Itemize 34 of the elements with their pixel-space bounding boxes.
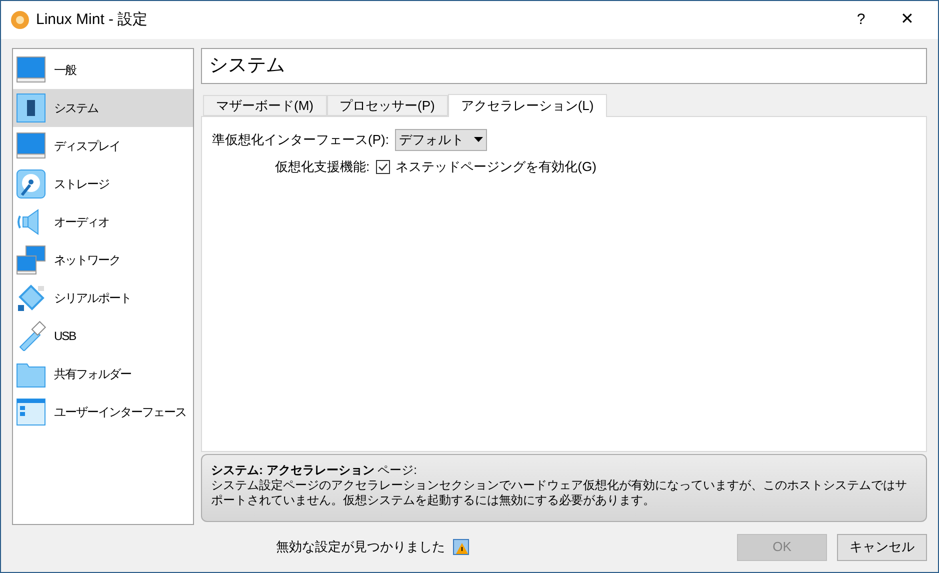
help-button[interactable]: ?	[838, 1, 884, 39]
close-button[interactable]: ✕	[884, 1, 930, 39]
monitor-icon	[16, 131, 46, 161]
sidebar-item[interactable]: シリアルポート	[13, 279, 193, 317]
serial-connector-icon	[16, 283, 46, 313]
sidebar-item[interactable]: USB	[13, 317, 193, 355]
sidebar-item[interactable]: ネットワーク	[13, 241, 193, 279]
cancel-button[interactable]: キャンセル	[837, 534, 927, 561]
status-text: 無効な設定が見つかりました	[276, 538, 445, 556]
checkbox[interactable]	[376, 160, 390, 174]
field-label: 準仮想化インターフェース(P):	[212, 131, 389, 150]
sidebar-item[interactable]: ディスプレイ	[13, 127, 193, 165]
chip-icon	[16, 93, 46, 123]
network-icon	[16, 245, 46, 275]
sidebar-item[interactable]: システム	[13, 89, 193, 127]
sidebar-item[interactable]: オーディオ	[13, 203, 193, 241]
window-title: Linux Mint - 設定	[36, 10, 148, 30]
monitor-icon	[16, 55, 46, 85]
warning-icon	[453, 539, 469, 556]
message-text: システム: アクセラレーション ページ: システム設定ページのアクセラレーションセクションでハードウェア仮想化が有効になっていますが、このホストシステムではサポートされていません。仮想システムを起動するには無効にする必要があります。	[211, 463, 908, 508]
check-icon	[378, 162, 388, 171]
dropdown[interactable]: デフォルト	[394, 128, 487, 151]
tab[interactable]: マザーボード(M)	[203, 94, 326, 116]
window-icon	[16, 397, 46, 427]
field-label: 仮想化支援機能:	[275, 158, 370, 176]
sidebar-item[interactable]: 一般	[13, 51, 193, 89]
page-title: システム	[201, 48, 927, 84]
checkbox-label: ネステッドページングを有効化(G)	[396, 158, 596, 176]
sidebar-item[interactable]: ストレージ	[13, 165, 193, 203]
tab[interactable]: アクセラレーション(L)	[448, 94, 607, 117]
tab[interactable]: プロセッサー(P)	[326, 94, 448, 116]
sidebar-item[interactable]: 共有フォルダー	[13, 355, 193, 393]
caret-icon	[474, 137, 483, 142]
sidebar-item[interactable]: ユーザーインターフェース	[13, 393, 193, 431]
